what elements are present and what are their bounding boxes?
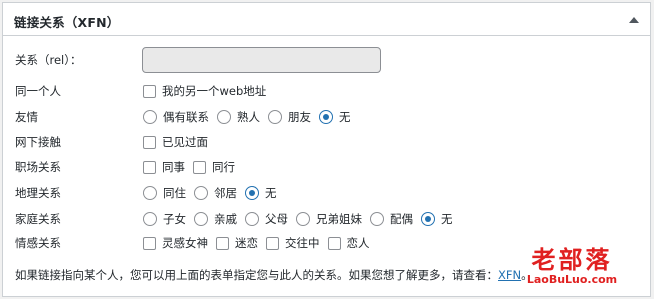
row-me: 同一个人 我的另一个web地址 xyxy=(15,80,638,102)
option-label: 恋人 xyxy=(346,236,370,250)
option-label: 我的另一个web地址 xyxy=(162,84,267,98)
option-neighbor[interactable]: 邻居 xyxy=(194,185,237,201)
option-label: 父母 xyxy=(265,212,288,226)
option-label: 无 xyxy=(265,186,277,200)
row-label: 情感关系 xyxy=(15,236,61,250)
row-physical: 网下接触 已见过面 xyxy=(15,131,638,153)
radio[interactable] xyxy=(143,212,157,226)
options: 同事 同行 xyxy=(143,156,243,178)
row-label: 网下接触 xyxy=(15,135,61,149)
watermark-logo: 老部落 LaoBuLuo.com xyxy=(512,247,632,286)
option-none[interactable]: 无 xyxy=(319,109,351,125)
radio[interactable] xyxy=(217,110,231,124)
row-label: 家庭关系 xyxy=(15,212,61,226)
radio[interactable] xyxy=(296,212,310,226)
option-kin[interactable]: 亲戚 xyxy=(194,211,237,227)
option-label: 同行 xyxy=(212,160,235,174)
radio[interactable] xyxy=(194,186,208,200)
row-label: 同一个人 xyxy=(15,84,61,98)
options: 同住 邻居 无 xyxy=(143,182,285,204)
row-label: 职场关系 xyxy=(15,160,61,174)
watermark-text: 老部落 xyxy=(531,246,613,274)
radio-checked[interactable] xyxy=(421,212,435,226)
checkbox[interactable] xyxy=(266,236,279,250)
watermark-domain: LaoBuLuo.com xyxy=(526,273,618,286)
option-muse[interactable]: 灵感女神 xyxy=(143,235,208,251)
radio-checked[interactable] xyxy=(319,110,333,124)
row-geographical: 地理关系 同住 邻居 无 xyxy=(15,182,638,204)
radio-checked[interactable] xyxy=(245,186,259,200)
options: 我的另一个web地址 xyxy=(143,80,274,102)
checkbox[interactable] xyxy=(143,135,156,149)
options: 偶有联系 熟人 朋友 无 xyxy=(143,106,359,128)
option-label: 配偶 xyxy=(390,212,413,226)
option-label: 已见过面 xyxy=(162,135,208,149)
option-none[interactable]: 无 xyxy=(421,211,453,227)
option-label: 同事 xyxy=(162,160,185,174)
option-label: 兄弟姐妹 xyxy=(316,212,362,226)
option-label: 灵感女神 xyxy=(162,236,208,250)
option-contact[interactable]: 偶有联系 xyxy=(143,109,209,125)
radio[interactable] xyxy=(143,186,157,200)
radio[interactable] xyxy=(194,212,208,226)
checkbox[interactable] xyxy=(143,84,156,98)
radio[interactable] xyxy=(268,110,282,124)
help-text-body: 如果链接指向某个人，您可以用上面的表单指定您与此人的关系。如果您想了解更多，请查… xyxy=(15,268,498,282)
metabox-title: 链接关系（XFN） xyxy=(14,15,120,30)
option-co-resident[interactable]: 同住 xyxy=(143,185,186,201)
option-label: 朋友 xyxy=(288,110,311,124)
rel-label: 关系（rel）： xyxy=(15,53,82,67)
option-spouse[interactable]: 配偶 xyxy=(370,211,413,227)
options: 灵感女神 迷恋 交往中 恋人 xyxy=(143,232,378,254)
option-date[interactable]: 交往中 xyxy=(266,235,320,251)
option-met[interactable]: 已见过面 xyxy=(143,134,208,150)
option-crush[interactable]: 迷恋 xyxy=(216,235,258,251)
option-label: 偶有联系 xyxy=(163,110,209,124)
option-label: 无 xyxy=(441,212,453,226)
row-family: 家庭关系 子女 亲戚 父母 兄弟姐妹 配偶 无 xyxy=(15,208,638,230)
checkbox[interactable] xyxy=(143,160,156,174)
checkbox[interactable] xyxy=(327,236,341,250)
options: 子女 亲戚 父母 兄弟姐妹 配偶 无 xyxy=(143,208,461,230)
help-text: 如果链接指向某个人，您可以用上面的表单指定您与此人的关系。如果您想了解更多，请查… xyxy=(15,267,533,283)
xfn-metabox: 链接关系（XFN） 关系（rel）： 同一个人 我的另一个web地址 友情 偶有… xyxy=(2,2,651,297)
options: 已见过面 xyxy=(143,131,216,153)
option-label: 无 xyxy=(339,110,351,124)
row-label: 地理关系 xyxy=(15,186,61,200)
row-professional: 职场关系 同事 同行 xyxy=(15,156,638,178)
radio[interactable] xyxy=(370,212,384,226)
option-me[interactable]: 我的另一个web地址 xyxy=(143,83,266,99)
row-label: 友情 xyxy=(15,110,38,124)
option-sweetheart[interactable]: 恋人 xyxy=(327,235,370,251)
collapse-toggle-icon[interactable] xyxy=(628,14,640,24)
option-child[interactable]: 子女 xyxy=(143,211,186,227)
option-label: 交往中 xyxy=(285,236,320,250)
option-friend[interactable]: 朋友 xyxy=(268,109,311,125)
option-co-worker[interactable]: 同事 xyxy=(143,159,185,175)
option-sibling[interactable]: 兄弟姐妹 xyxy=(296,211,362,227)
option-label: 子女 xyxy=(163,212,186,226)
checkbox[interactable] xyxy=(216,236,229,250)
row-friendship: 友情 偶有联系 熟人 朋友 无 xyxy=(15,106,638,128)
option-label: 迷恋 xyxy=(235,236,258,250)
option-label: 同住 xyxy=(163,186,186,200)
option-label: 邻居 xyxy=(214,186,237,200)
option-colleague[interactable]: 同行 xyxy=(193,159,235,175)
option-label: 亲戚 xyxy=(214,212,237,226)
radio[interactable] xyxy=(143,110,157,124)
checkbox[interactable] xyxy=(143,236,156,250)
metabox-header[interactable]: 链接关系（XFN） xyxy=(3,3,650,36)
radio[interactable] xyxy=(245,212,259,226)
option-parent[interactable]: 父母 xyxy=(245,211,288,227)
checkbox[interactable] xyxy=(193,160,206,174)
rel-input[interactable] xyxy=(142,47,381,73)
option-acquaintance[interactable]: 熟人 xyxy=(217,109,260,125)
option-label: 熟人 xyxy=(237,110,260,124)
option-none[interactable]: 无 xyxy=(245,185,277,201)
